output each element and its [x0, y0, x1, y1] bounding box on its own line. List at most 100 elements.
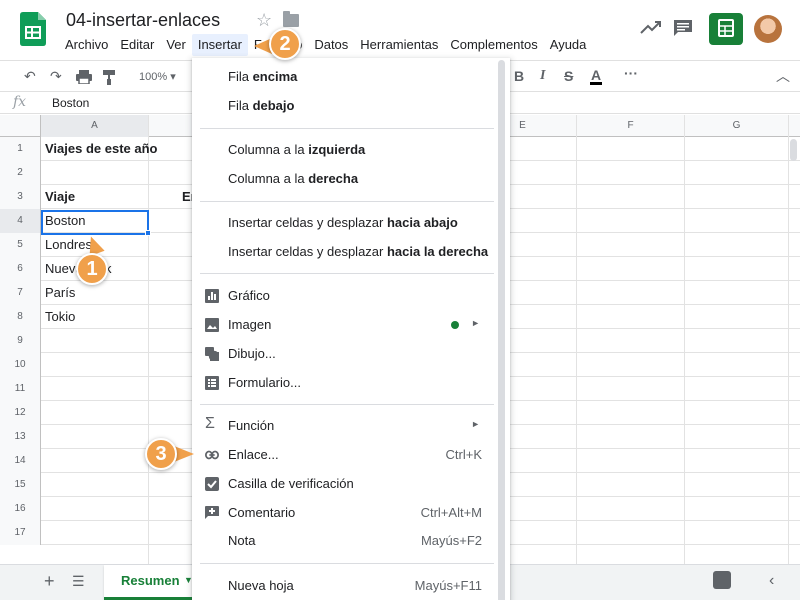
menu-item-label-bold: encima — [252, 69, 298, 84]
menu-item-row-below[interactable]: Fila debajo — [192, 91, 494, 120]
menu-item-label-bold: izquierda — [308, 142, 366, 157]
add-sheet-icon[interactable]: + — [44, 571, 55, 592]
print-icon[interactable] — [76, 70, 92, 84]
row-header[interactable]: 8 — [0, 305, 41, 329]
menu-editar[interactable]: Editar — [114, 34, 160, 56]
row-header[interactable]: 3 — [0, 185, 41, 209]
chevron-down-icon: ▾ — [170, 71, 176, 83]
row-header[interactable]: 16 — [0, 497, 41, 521]
cell-a5[interactable]: Londres — [41, 233, 92, 257]
menu-scrollbar[interactable] — [498, 60, 505, 600]
strikethrough-icon[interactable]: S — [564, 68, 573, 84]
callout-2: 2 — [269, 28, 301, 60]
menu-item-label: Nueva hoja — [228, 578, 294, 593]
formula-input[interactable]: Boston — [52, 96, 89, 110]
drawing-icon — [205, 347, 219, 361]
column-header-a[interactable]: A — [41, 115, 149, 137]
activity-trend-icon[interactable] — [640, 18, 662, 38]
menu-item-form[interactable]: Formulario... — [192, 368, 494, 397]
row-header[interactable]: 10 — [0, 353, 41, 377]
zoom-select[interactable]: 100% ▾ — [139, 70, 176, 83]
all-sheets-icon[interactable]: ☰ — [72, 573, 85, 590]
row-header[interactable]: 17 — [0, 521, 41, 545]
more-icon[interactable]: ··· — [624, 65, 638, 81]
row-header[interactable]: 9 — [0, 329, 41, 353]
row-header[interactable]: 14 — [0, 449, 41, 473]
share-button[interactable] — [709, 13, 743, 45]
fill-handle[interactable] — [145, 230, 151, 236]
redo-icon[interactable]: ↷ — [50, 68, 62, 85]
menu-item-label: Comentario — [228, 505, 296, 520]
column-header-f[interactable]: F — [577, 115, 685, 137]
column-header-g[interactable]: G — [685, 115, 789, 137]
menu-item-label-prefix: Columna a la — [228, 171, 309, 186]
menu-item-function[interactable]: Σ Función ► — [192, 411, 494, 440]
text-color-icon[interactable]: A — [590, 68, 603, 85]
add-comment-icon — [205, 506, 219, 519]
vertical-scrollbar[interactable] — [790, 139, 797, 161]
star-icon[interactable]: ☆ — [256, 10, 272, 31]
document-title[interactable]: 04-insertar-enlaces — [66, 10, 220, 31]
undo-icon[interactable]: ↶ — [24, 68, 36, 85]
menu-ayuda[interactable]: Ayuda — [544, 34, 593, 56]
comments-icon[interactable] — [673, 19, 693, 37]
cell-a7[interactable]: París — [41, 281, 75, 305]
row-header[interactable]: 5 — [0, 233, 41, 257]
menu-herramientas[interactable]: Herramientas — [354, 34, 444, 56]
menu-ver[interactable]: Ver — [160, 34, 192, 56]
menu-item-label-prefix: Columna a la — [228, 142, 309, 157]
menu-item-chart[interactable]: Gráfico — [192, 281, 494, 310]
menu-item-new-sheet[interactable]: Nueva hoja Mayús+F11 — [192, 571, 494, 600]
menu-item-column-right[interactable]: Columna a la derecha — [192, 164, 494, 193]
row-header[interactable]: 7 — [0, 281, 41, 305]
folder-icon[interactable] — [283, 11, 299, 27]
chart-icon — [205, 289, 219, 303]
menu-item-cells-shift-right[interactable]: Insertar celdas y desplazar hacia la der… — [192, 237, 494, 266]
row-header[interactable]: 13 — [0, 425, 41, 449]
menu-divider — [200, 201, 494, 202]
callout-1: 1 — [76, 253, 108, 285]
sheets-share-icon — [718, 19, 734, 37]
avatar[interactable] — [754, 15, 782, 43]
menu-item-comment[interactable]: Comentario Ctrl+Alt+M — [192, 498, 494, 527]
row-header[interactable]: 4 — [0, 209, 41, 233]
image-icon — [205, 318, 219, 332]
cell-a8[interactable]: Tokio — [41, 305, 75, 329]
menu-item-label-bold: derecha — [308, 171, 359, 186]
menu-item-label-bold: hacia la derecha — [386, 244, 489, 259]
menu-archivo[interactable]: Archivo — [59, 34, 114, 56]
bold-icon[interactable]: B — [514, 68, 524, 84]
sheets-logo-icon[interactable] — [20, 12, 46, 46]
checkbox-icon — [205, 477, 219, 491]
chevron-left-icon[interactable]: ‹ — [769, 572, 774, 590]
row-header[interactable]: 2 — [0, 161, 41, 185]
cell-a1[interactable]: Viajes de este año — [41, 137, 158, 161]
explore-icon[interactable] — [713, 571, 731, 589]
link-icon — [205, 450, 219, 460]
sheet-tab-resumen[interactable]: Resumen ▼ — [104, 565, 198, 600]
cell-a3[interactable]: Viaje — [41, 185, 75, 209]
menu-item-image[interactable]: Imagen ► — [192, 310, 494, 339]
paint-format-icon[interactable] — [102, 70, 116, 85]
menu-insertar[interactable]: Insertar — [191, 34, 248, 56]
menu-item-column-left[interactable]: Columna a la izquierda — [192, 135, 494, 164]
menu-item-drawing[interactable]: Dibujo... — [192, 339, 494, 368]
row-header[interactable]: 15 — [0, 473, 41, 497]
row-header[interactable]: 6 — [0, 257, 41, 281]
menu-complementos[interactable]: Complementos — [444, 34, 543, 56]
menu-item-note[interactable]: Nota Mayús+F2 — [192, 526, 494, 555]
menu-item-label-prefix: Insertar celdas y desplazar — [228, 215, 387, 230]
row-header[interactable]: 11 — [0, 377, 41, 401]
menu-divider — [200, 273, 494, 274]
collapse-toolbar-icon[interactable]: ︿ — [776, 66, 790, 86]
menu-item-checkbox[interactable]: Casilla de verificación — [192, 469, 494, 498]
row-header[interactable]: 1 — [0, 137, 41, 161]
menu-datos[interactable]: Datos — [308, 34, 354, 56]
row-header[interactable]: 12 — [0, 401, 41, 425]
menu-item-row-above[interactable]: Fila encima — [192, 62, 494, 91]
menu-item-cells-shift-down[interactable]: Insertar celdas y desplazar hacia abajo — [192, 208, 494, 237]
select-all-corner[interactable] — [0, 115, 41, 137]
italic-icon[interactable]: I — [540, 68, 545, 84]
menu-item-link[interactable]: Enlace... Ctrl+K — [192, 440, 494, 469]
menu-item-label: Insertar celdas y desplazar hacia la der… — [228, 244, 488, 259]
